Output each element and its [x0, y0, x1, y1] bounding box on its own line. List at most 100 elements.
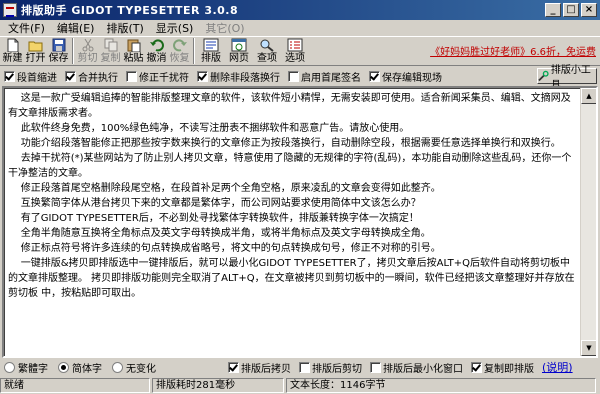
- toolbar-button-label: 选项: [285, 53, 305, 64]
- toolbar-button-2[interactable]: 保存: [47, 37, 70, 66]
- option-0[interactable]: 段首缩进: [4, 69, 57, 84]
- toolbar-button-10[interactable]: 查项: [253, 37, 281, 66]
- minimize-button[interactable]: _: [545, 3, 561, 17]
- status-bar: 就绪 排版耗时281毫秒 文本长度：1146字节: [0, 377, 600, 394]
- editor-paragraph: 此软件终身免费，100%绿色纯净，不读写注册表不捆绑软件和恶意广告。请放心使用。: [8, 123, 410, 134]
- editor-paragraph: 有了GIDOT TYPESETTER后，不必到处寻找繁体字转换软件，排版兼转换字…: [8, 213, 419, 224]
- option-3[interactable]: 删除非段落换行: [197, 69, 280, 84]
- close-button[interactable]: ×: [581, 3, 597, 17]
- toolbar-button-11[interactable]: 选项: [281, 37, 309, 66]
- toolbar-button-8[interactable]: 排版: [197, 37, 225, 66]
- toolbar-button-label: 查项: [257, 53, 277, 64]
- after-typeset-checkbox[interactable]: [228, 361, 239, 373]
- editor-paragraph: 互换繁简字体从港台拷贝下来的文章都是繁体字，而公司网站要求使用简体中文该怎么办？: [8, 198, 421, 209]
- after-typeset-checkbox[interactable]: [471, 361, 482, 373]
- option-checkbox[interactable]: [65, 70, 76, 82]
- radio-button[interactable]: [112, 361, 123, 373]
- after-typeset-option-0[interactable]: 排版后拷贝: [228, 360, 291, 375]
- toolbar-button-4[interactable]: 复制: [99, 37, 122, 66]
- bottom-options-row: 繁體字 简体字 无变化 排版后拷贝 排版后剪切 排版后最小化窗口 复制即排版 (说明): [0, 358, 600, 376]
- window-controls: _ □ ×: [545, 3, 597, 17]
- after-typeset-option-1[interactable]: 排版后剪切: [299, 360, 362, 375]
- toolbar-button-3[interactable]: 剪切: [76, 37, 99, 66]
- option-label: 保存编辑现场: [382, 72, 442, 84]
- scroll-up-arrow-icon[interactable]: ▲: [581, 88, 596, 104]
- option-2[interactable]: 修正千扰符: [126, 69, 189, 84]
- toolbar-button-9[interactable]: 网页: [225, 37, 253, 66]
- after-typeset-label: 排版后拷贝: [241, 363, 291, 375]
- scroll-down-arrow-icon[interactable]: ▼: [581, 340, 596, 356]
- editor-paragraph: 去掉干扰符(*)某些网站为了防止别人拷贝文章，特意使用了隐藏的无规律的字符(乱码…: [8, 153, 572, 179]
- undo-icon: [149, 39, 164, 52]
- after-typeset-option-3[interactable]: 复制即排版: [471, 360, 534, 375]
- tools-icon: [538, 70, 549, 82]
- radio-button[interactable]: [58, 361, 69, 373]
- option-4[interactable]: 启用首尾签名: [288, 69, 361, 84]
- after-typeset-checkbox[interactable]: [370, 361, 381, 373]
- toolbar-button-label: 复制: [100, 53, 121, 64]
- editor-paragraph: 这是一款广受编辑追捧的智能排版整理文章的软件，该软件短小精悍，无需安装即可使用。…: [8, 93, 571, 119]
- script-radio-1[interactable]: 简体字: [58, 360, 102, 375]
- typeset-tools-button[interactable]: 排版小工具: [537, 65, 597, 91]
- cut-scissors-icon: [82, 38, 93, 52]
- toolbar-button-1[interactable]: 打开: [24, 37, 47, 66]
- script-radio-0[interactable]: 繁體字: [4, 360, 48, 375]
- menu-item-0[interactable]: 文件(F): [2, 20, 51, 36]
- menu-item-1[interactable]: 编辑(E): [51, 20, 101, 36]
- status-length: 文本长度：1146字节: [286, 378, 596, 393]
- toolbar-button-label: 保存: [48, 53, 69, 64]
- find-item-icon: [260, 39, 274, 52]
- after-typeset-label: 排版后剪切: [312, 363, 362, 375]
- after-typeset-label: 排版后最小化窗口: [383, 363, 463, 375]
- toolbar-button-0[interactable]: 新建: [1, 37, 24, 66]
- option-1[interactable]: 合并执行: [65, 69, 118, 84]
- editor-paragraph: 修正段落首尾空格删除段尾空格，在段首补足两个全角空格，原来凌乱的文章会变得如此整…: [8, 183, 441, 194]
- editor-paragraph: 全角半角随意互换将全角标点及英文字母转换成半角，或将半角标点及英文字母转换成全角…: [8, 228, 431, 239]
- menu-bar: 文件(F) 编辑(E) 排版(T) 显示(S) 其它(O): [0, 20, 600, 36]
- options-icon: [287, 38, 303, 52]
- maximize-button[interactable]: □: [563, 3, 579, 17]
- menu-item-3[interactable]: 显示(S): [150, 20, 200, 36]
- radio-button[interactable]: [4, 361, 15, 373]
- vertical-scrollbar[interactable]: ▲ ▼: [580, 88, 596, 356]
- option-label: 修正千扰符: [139, 72, 189, 84]
- after-typeset-label: 复制即排版: [484, 363, 534, 375]
- toolbar-button-label: 网页: [229, 53, 249, 64]
- menu-item-4[interactable]: 其它(O): [199, 20, 250, 36]
- option-checkbox[interactable]: [369, 70, 380, 82]
- status-state: 就绪: [0, 378, 150, 393]
- typeset-icon: [203, 38, 219, 52]
- after-typeset-checkbox[interactable]: [299, 361, 310, 373]
- option-checkbox[interactable]: [288, 70, 299, 82]
- radio-label: 繁體字: [18, 363, 48, 375]
- toolbar-button-6[interactable]: 撤消: [145, 37, 168, 66]
- paste-icon: [127, 39, 140, 52]
- option-checkbox[interactable]: [197, 70, 208, 82]
- toolbar-button-label: 新建: [2, 53, 23, 64]
- option-5[interactable]: 保存编辑现场: [369, 69, 442, 84]
- radio-label: 简体字: [72, 363, 102, 375]
- open-folder-icon: [28, 41, 42, 52]
- help-link[interactable]: (说明): [542, 359, 573, 375]
- editor-paragraph: 修正标点符号将许多连续的句点转换成省略号，将文中的句点转换成句号，修正不对称的引…: [8, 243, 441, 254]
- app-logo-icon: [3, 3, 17, 17]
- toolbar-button-label: 剪切: [77, 53, 98, 64]
- editor-content[interactable]: 这是一款广受编辑追捧的智能排版整理文章的软件，该软件短小精悍，无需安装即可使用。…: [8, 91, 578, 354]
- promo-link[interactable]: 《好妈妈胜过好老师》6.6折，免运费: [430, 43, 596, 58]
- toolbar-button-5[interactable]: 粘贴: [122, 37, 145, 66]
- text-editor[interactable]: 这是一款广受编辑追捧的智能排版整理文章的软件，该软件短小精悍，无需安装即可使用。…: [2, 86, 598, 358]
- redo-icon: [172, 39, 187, 52]
- toolbar-button-7[interactable]: 恢复: [168, 37, 191, 66]
- title-bar: 排版助手 GIDOT TYPESETTER 3.0.8 _ □ ×: [0, 0, 600, 20]
- window-title: 排版助手 GIDOT TYPESETTER 3.0.8: [21, 4, 239, 17]
- option-label: 合并执行: [78, 72, 118, 84]
- option-checkbox[interactable]: [4, 70, 15, 82]
- toolbar-button-label: 打开: [25, 53, 46, 64]
- menu-item-2[interactable]: 排版(T): [100, 20, 149, 36]
- option-checkbox[interactable]: [126, 70, 137, 82]
- web-page-icon: [231, 38, 247, 52]
- after-typeset-option-2[interactable]: 排版后最小化窗口: [370, 360, 463, 375]
- toolbar-button-label: 粘贴: [123, 53, 144, 64]
- toolbar-button-label: 撤消: [146, 53, 167, 64]
- script-radio-2[interactable]: 无变化: [112, 360, 156, 375]
